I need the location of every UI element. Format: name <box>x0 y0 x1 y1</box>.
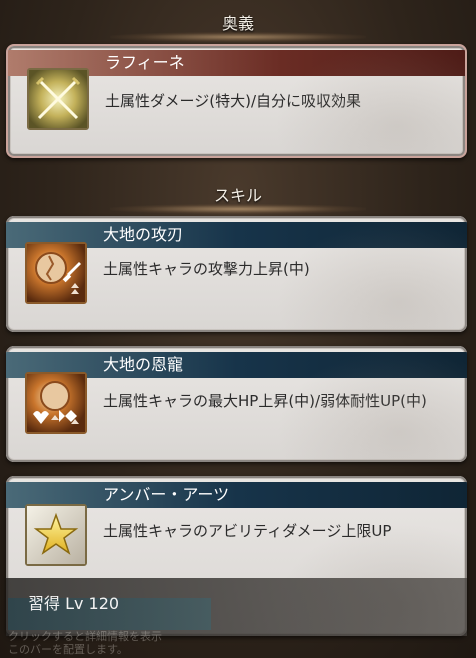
header-glow <box>110 204 366 214</box>
skill-card-2[interactable]: 大地の恩寵 土属性キャラの最大HP上昇(中)/弱体耐性UP(中) <box>6 346 467 462</box>
skill-section-header: スキル <box>0 186 476 214</box>
ougi-description: 土属性ダメージ(特大)/自分に吸収効果 <box>105 92 362 110</box>
learn-level-label: 習得 Lv 120 <box>28 594 120 613</box>
star-icon <box>25 504 87 566</box>
ougi-card[interactable]: ラフィーネ 土属性ダメージ(特大)/自分に吸収効果 <box>6 44 467 158</box>
ougi-section-header: 奥義 <box>0 14 476 42</box>
header-glow <box>110 32 366 42</box>
earth-hp-debuff-icon <box>25 372 87 434</box>
skill-card-1[interactable]: 大地の攻刃 土属性キャラの攻撃力上昇(中) <box>6 216 467 332</box>
skill-3-description: 土属性キャラのアビリティダメージ上限UP <box>103 522 392 540</box>
skill-section-label: スキル <box>213 186 262 205</box>
footer-hint-line-2: このバーを配置します。 <box>8 643 128 656</box>
footer-hint-line-1: クリックすると詳細情報を表示 <box>8 630 162 643</box>
ougi-section-label: 奥義 <box>221 14 254 33</box>
skill-2-description: 土属性キャラの最大HP上昇(中)/弱体耐性UP(中) <box>103 392 427 410</box>
crossed-swords-icon <box>27 68 89 130</box>
footer-hint: クリックすると詳細情報を表示 このバーを配置します。 <box>8 630 162 656</box>
skill-1-description: 土属性キャラの攻撃力上昇(中) <box>103 260 310 278</box>
earth-attack-icon <box>25 242 87 304</box>
